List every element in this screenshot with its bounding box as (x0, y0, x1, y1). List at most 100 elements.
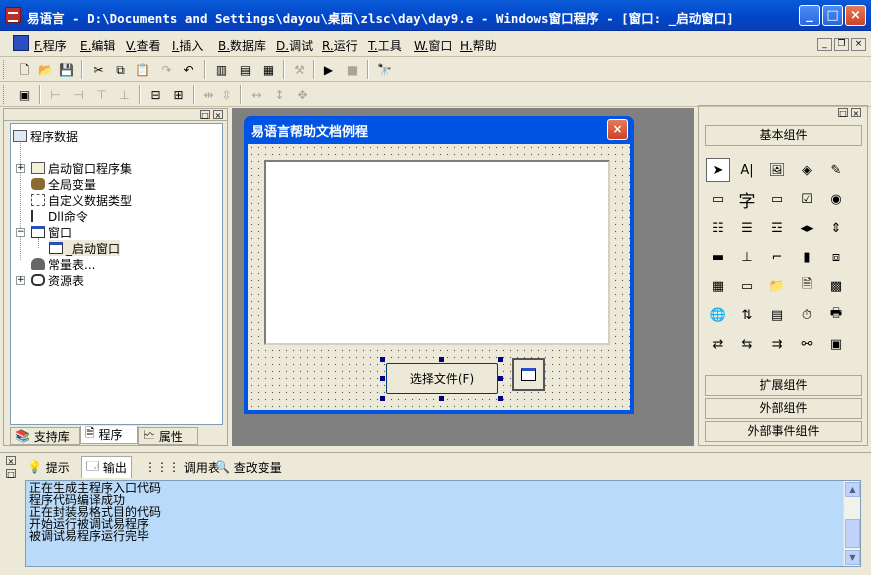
list-box-icon[interactable]: ☰ (735, 216, 759, 240)
tree-item-dll-commands[interactable]: Dll命令 (31, 208, 88, 224)
checkbox-icon[interactable]: ☑ (795, 187, 819, 211)
paste-icon[interactable]: 📋 (134, 61, 151, 78)
save-icon[interactable]: 💾 (58, 61, 75, 78)
label-icon[interactable]: A| (735, 158, 759, 182)
status-bar-icon[interactable]: ▭ (735, 274, 759, 298)
maximize-button[interactable]: □ (822, 5, 843, 26)
form-icon[interactable]: ▣ (824, 332, 848, 356)
hscroll-icon[interactable]: ◂▸ (795, 216, 819, 240)
tab-program[interactable]: 🗎 程序 (80, 426, 138, 444)
tab-hint[interactable]: 💡 提示 (23, 456, 74, 478)
form-client-area[interactable]: 选择文件(F) (248, 144, 630, 410)
resize-handle[interactable] (439, 357, 444, 362)
file-box-icon[interactable]: 🗎 (795, 274, 819, 298)
open-folder-icon[interactable]: 📂 (37, 61, 54, 78)
scroll-up-icon[interactable]: ▲ (845, 482, 860, 497)
tree-item-program-data[interactable]: 程序数据 (13, 128, 78, 144)
tab-output[interactable]: 🗔 输出 (81, 456, 132, 478)
layout-columns-icon[interactable]: ▥ (213, 61, 230, 78)
close-button[interactable]: × (845, 5, 866, 26)
menu-insert[interactable]: I.插入 (172, 37, 203, 54)
form-icon[interactable]: ▣ (16, 86, 33, 103)
resize-handle[interactable] (498, 376, 503, 381)
table-icon[interactable]: ▦ (706, 274, 730, 298)
socket-icon[interactable]: ⇄ (706, 332, 730, 356)
progress-icon[interactable]: ▬ (706, 245, 730, 269)
server-icon[interactable]: ⇉ (765, 332, 789, 356)
basic-components-button[interactable]: 基本组件 (705, 125, 862, 146)
space-horizontal-icon[interactable]: ⇹ (200, 86, 217, 103)
folder-dir-icon[interactable]: 📁 (765, 274, 789, 298)
timer-icon[interactable]: ⏱ (795, 303, 819, 327)
scroll-down-icon[interactable]: ▼ (845, 550, 860, 565)
panel-pin-button[interactable]: □ (838, 108, 848, 118)
client-icon[interactable]: ⇆ (735, 332, 759, 356)
radio-icon[interactable]: ◉ (824, 187, 848, 211)
center-horizontal-icon[interactable]: ⊟ (147, 86, 164, 103)
resize-handle[interactable] (380, 376, 385, 381)
align-bottom-icon[interactable]: ⊥ (116, 86, 133, 103)
expand-icon[interactable]: + (16, 164, 25, 173)
menu-tools[interactable]: T.工具 (368, 37, 402, 54)
panel-close-button[interactable]: × (851, 108, 861, 118)
button-icon[interactable]: ▭ (765, 187, 789, 211)
align-top-icon[interactable]: ⊤ (93, 86, 110, 103)
app-icon[interactable] (5, 7, 21, 23)
tree-item-custom-types[interactable]: 自定义数据类型 (31, 192, 132, 208)
stop-icon[interactable]: ■ (344, 61, 361, 78)
choose-file-button[interactable]: 选择文件(F) (386, 363, 498, 394)
panel-pin-button[interactable]: □ (200, 110, 210, 120)
mdi-minimize-button[interactable]: _ (817, 38, 832, 51)
same-height-icon[interactable]: ↕ (271, 86, 288, 103)
menu-help[interactable]: H.帮助 (460, 37, 497, 54)
vscroll-icon[interactable]: ⇕ (824, 216, 848, 240)
printer-icon[interactable]: 🖶 (824, 303, 848, 327)
external-components-button[interactable]: 外部组件 (705, 398, 862, 419)
edit-box-icon[interactable]: ▭ (706, 187, 730, 211)
same-size-icon[interactable]: ✥ (294, 86, 311, 103)
resize-handle[interactable] (439, 396, 444, 401)
scroll-thumb[interactable] (845, 519, 860, 548)
panel-close-button[interactable]: × (6, 456, 16, 466)
image-box-icon[interactable]: ⧈ (824, 245, 848, 269)
resize-handle[interactable] (380, 357, 385, 362)
redo-icon[interactable]: ↷ (158, 61, 175, 78)
find-icon[interactable]: 🔭 (376, 61, 393, 78)
multimedia-icon[interactable]: ▮ (795, 245, 819, 269)
same-width-icon[interactable]: ↔ (248, 86, 265, 103)
tab-properties[interactable]: 🗠 属性 (138, 427, 198, 445)
color-picker-icon[interactable]: ▩ (824, 274, 848, 298)
select-list-icon[interactable]: ☲ (765, 216, 789, 240)
combo-box-icon[interactable]: ☷ (706, 216, 730, 240)
menu-run[interactable]: R.运行 (322, 37, 358, 54)
mdi-close-button[interactable]: × (851, 38, 866, 51)
pointer-icon[interactable]: ➤ (706, 158, 730, 182)
new-file-icon[interactable]: 🗋 (16, 61, 33, 78)
design-form[interactable]: 易语言帮助文档例程 × 选择文件(F) (244, 116, 634, 414)
external-event-components-button[interactable]: 外部事件组件 (705, 421, 862, 442)
tree-item-window-program-set[interactable]: 启动窗口程序集 (31, 160, 132, 176)
menu-view[interactable]: V.查看 (126, 37, 161, 54)
expand-icon[interactable]: + (16, 276, 25, 285)
output-text-area[interactable]: 正在生成主程序入口代码 程序代码编译成功 正在封装易格式目的代码 开始运行被调试… (25, 480, 861, 567)
undo-icon[interactable]: ↶ (180, 61, 197, 78)
menu-window[interactable]: W.窗口 (414, 37, 452, 54)
tab-watch-variables[interactable]: 🔍 查改变量 (211, 456, 286, 478)
panel-close-button[interactable]: × (213, 110, 223, 120)
space-vertical-icon[interactable]: ⇳ (218, 86, 235, 103)
listbox-control[interactable] (264, 160, 610, 345)
tree-item-startup-window[interactable]: _启动窗口 (49, 240, 121, 256)
draw-icon[interactable]: ✎ (824, 158, 848, 182)
resize-handle[interactable] (380, 396, 385, 401)
compile-icon[interactable]: ⚒ (291, 61, 308, 78)
minimize-button[interactable]: _ (799, 5, 820, 26)
project-tree[interactable]: 程序数据 + 启动窗口程序集 全局变量 自定义数据类型 Dll命令 − 窗口 _… (10, 123, 223, 425)
menu-program[interactable]: F.程序 (34, 37, 67, 54)
layout-split-icon[interactable]: ▦ (260, 61, 277, 78)
align-left-icon[interactable]: ⊢ (47, 86, 64, 103)
tab-control-icon[interactable]: ⌐ (765, 245, 789, 269)
mdi-restore-button[interactable]: ❐ (834, 38, 849, 51)
cut-icon[interactable]: ✂ (90, 61, 107, 78)
port-icon[interactable]: ⚯ (795, 332, 819, 356)
hyperlink-icon[interactable]: 🌐 (706, 303, 730, 327)
